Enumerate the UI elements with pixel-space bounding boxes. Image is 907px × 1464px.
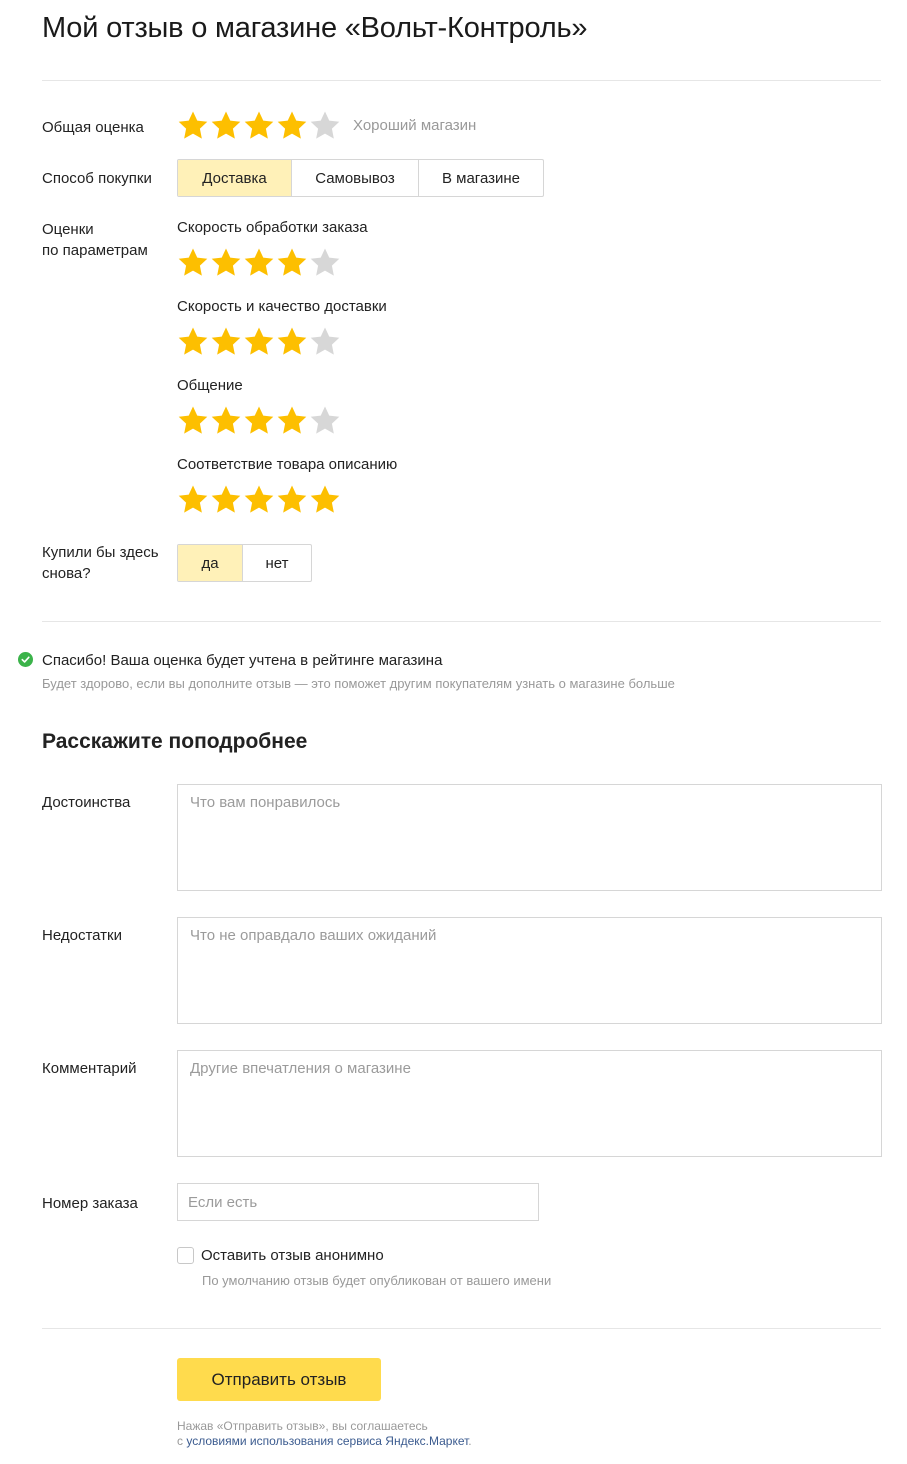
star-icon[interactable]	[243, 247, 275, 279]
star-icon[interactable]	[177, 110, 209, 142]
params-label-line1: Оценки	[42, 221, 94, 238]
purchase-method-label: Способ покупки	[42, 170, 152, 187]
param-stars-description-match[interactable]	[177, 484, 341, 516]
terms-notice: Нажав «Отправить отзыв», вы соглашаетесь…	[177, 1419, 472, 1449]
params-label-line2: по параметрам	[42, 242, 148, 259]
pros-label: Достоинства	[42, 794, 131, 811]
star-icon[interactable]	[177, 326, 209, 358]
star-icon[interactable]	[210, 405, 242, 437]
buy-again-label-line1: Купили бы здесь	[42, 544, 159, 561]
star-icon[interactable]	[210, 484, 242, 516]
divider	[42, 80, 881, 81]
star-icon[interactable]	[276, 405, 308, 437]
option-yes[interactable]: да	[178, 545, 243, 581]
star-icon[interactable]	[309, 110, 341, 142]
comment-label: Комментарий	[42, 1060, 137, 1077]
terms-prefix: с	[177, 1434, 187, 1448]
params-label: Оценки по параметрам	[42, 219, 148, 261]
param-label-processing-speed: Скорость обработки заказа	[177, 219, 368, 236]
thanks-hint: Будет здорово, если вы дополните отзыв —…	[42, 676, 675, 691]
rating-description: Хороший магазин	[353, 117, 477, 134]
terms-suffix: .	[468, 1434, 472, 1448]
star-icon[interactable]	[276, 247, 308, 279]
option-pickup[interactable]: Самовывоз	[292, 160, 419, 196]
star-icon[interactable]	[276, 110, 308, 142]
star-icon[interactable]	[177, 484, 209, 516]
param-label-description-match: Соответствие товара описанию	[177, 456, 398, 473]
param-stars-delivery-quality[interactable]	[177, 326, 341, 358]
star-icon[interactable]	[309, 405, 341, 437]
buy-again-selector: да нет	[177, 544, 312, 582]
purchase-method-selector: Доставка Самовывоз В магазине	[177, 159, 544, 197]
details-heading: Расскажите поподробнее	[42, 730, 308, 753]
star-icon[interactable]	[243, 405, 275, 437]
star-icon[interactable]	[309, 484, 341, 516]
option-no[interactable]: нет	[243, 545, 311, 581]
star-icon[interactable]	[276, 484, 308, 516]
terms-line1: Нажав «Отправить отзыв», вы соглашаетесь	[177, 1419, 428, 1433]
anonymous-checkbox[interactable]	[177, 1247, 194, 1264]
thanks-message: Спасибо! Ваша оценка будет учтена в рейт…	[42, 652, 443, 669]
submit-review-button[interactable]: Отправить отзыв	[177, 1358, 381, 1401]
star-icon[interactable]	[243, 110, 275, 142]
pros-textarea[interactable]	[177, 784, 882, 891]
param-label-delivery-quality: Скорость и качество доставки	[177, 298, 387, 315]
buy-again-label: Купили бы здесь снова?	[42, 542, 159, 584]
star-icon[interactable]	[309, 326, 341, 358]
overall-rating-stars[interactable]	[177, 110, 341, 142]
star-icon[interactable]	[210, 326, 242, 358]
anonymous-label[interactable]: Оставить отзыв анонимно	[201, 1247, 384, 1264]
star-icon[interactable]	[309, 247, 341, 279]
star-icon[interactable]	[276, 326, 308, 358]
buy-again-label-line2: снова?	[42, 565, 91, 582]
star-icon[interactable]	[177, 247, 209, 279]
param-label-communication: Общение	[177, 377, 243, 394]
cons-textarea[interactable]	[177, 917, 882, 1024]
terms-link[interactable]: условиями использования сервиса Яндекс.М…	[186, 1434, 468, 1448]
option-in-store[interactable]: В магазине	[419, 160, 543, 196]
check-icon	[18, 652, 33, 667]
divider	[42, 1328, 881, 1329]
option-delivery[interactable]: Доставка	[178, 160, 292, 196]
star-icon[interactable]	[210, 110, 242, 142]
order-number-label: Номер заказа	[42, 1195, 138, 1212]
divider	[42, 621, 881, 622]
param-stars-communication[interactable]	[177, 405, 341, 437]
param-stars-processing-speed[interactable]	[177, 247, 341, 279]
comment-textarea[interactable]	[177, 1050, 882, 1157]
star-icon[interactable]	[177, 405, 209, 437]
cons-label: Недостатки	[42, 927, 122, 944]
star-icon[interactable]	[210, 247, 242, 279]
order-number-input[interactable]	[177, 1183, 539, 1221]
page-title: Мой отзыв о магазине «Вольт-Контроль»	[42, 12, 588, 44]
star-icon[interactable]	[243, 326, 275, 358]
overall-rating-label: Общая оценка	[42, 119, 144, 136]
star-icon[interactable]	[243, 484, 275, 516]
anonymous-hint: По умолчанию отзыв будет опубликован от …	[202, 1273, 552, 1288]
